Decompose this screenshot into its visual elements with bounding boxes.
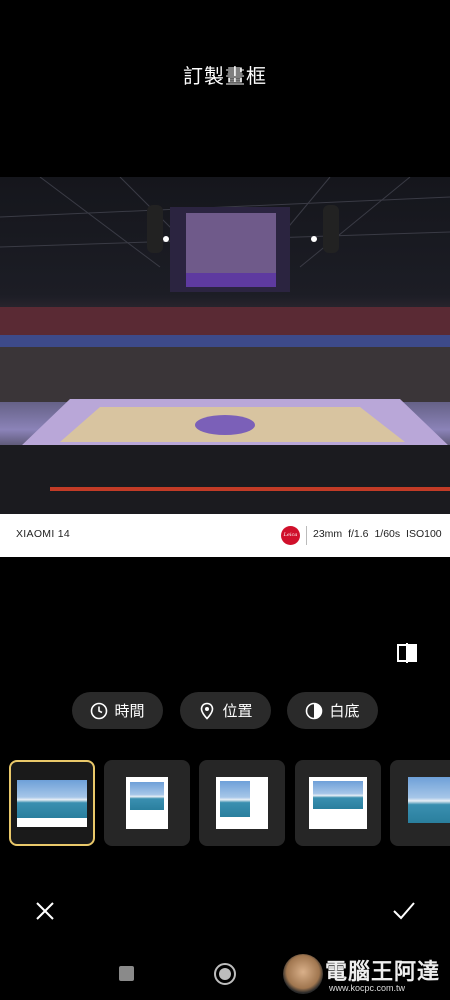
frame-style-thumb[interactable] (104, 760, 190, 846)
home-button[interactable] (214, 963, 236, 985)
half-circle-icon (306, 702, 323, 719)
frame-style-thumb[interactable] (9, 760, 95, 846)
option-location-button[interactable]: 位置 (180, 692, 271, 729)
watermark-text: 電腦王阿達 (325, 960, 441, 985)
check-icon[interactable] (392, 900, 416, 922)
option-time-button[interactable]: 時間 (72, 692, 163, 729)
frame-style-thumb[interactable] (390, 760, 450, 846)
frame-style-thumb[interactable] (199, 760, 285, 846)
layout-toggle-icon[interactable] (396, 642, 418, 664)
page-title: 訂製畫框 (183, 64, 267, 88)
option-time-label: 時間 (114, 702, 145, 720)
option-white-background-button[interactable]: 白底 (287, 692, 378, 729)
site-watermark: 電腦王阿達 www.kocpc.com.tw (283, 952, 448, 998)
frame-style-thumb[interactable] (295, 760, 381, 846)
mascot-avatar (283, 954, 323, 994)
clock-icon (91, 702, 108, 719)
exposure-specs-label: 23mm f/1.6 1/60s ISO100 (313, 528, 442, 540)
recent-apps-button[interactable] (119, 966, 134, 981)
camera-model-label: XIAOMI 14 (16, 528, 71, 540)
location-pin-icon (201, 702, 214, 720)
arena-photo (0, 177, 450, 514)
caption-divider (306, 526, 307, 545)
close-icon[interactable] (34, 900, 56, 922)
leica-logo: Leica (281, 526, 300, 545)
photo-preview: XIAOMI 14 Leica 23mm f/1.6 1/60s ISO100 (0, 177, 450, 557)
option-white-background-label: 白底 (329, 702, 360, 720)
option-location-label: 位置 (222, 702, 253, 720)
watermark-url: www.kocpc.com.tw (329, 983, 406, 993)
photo-caption-bar: XIAOMI 14 Leica 23mm f/1.6 1/60s ISO100 (0, 514, 450, 557)
